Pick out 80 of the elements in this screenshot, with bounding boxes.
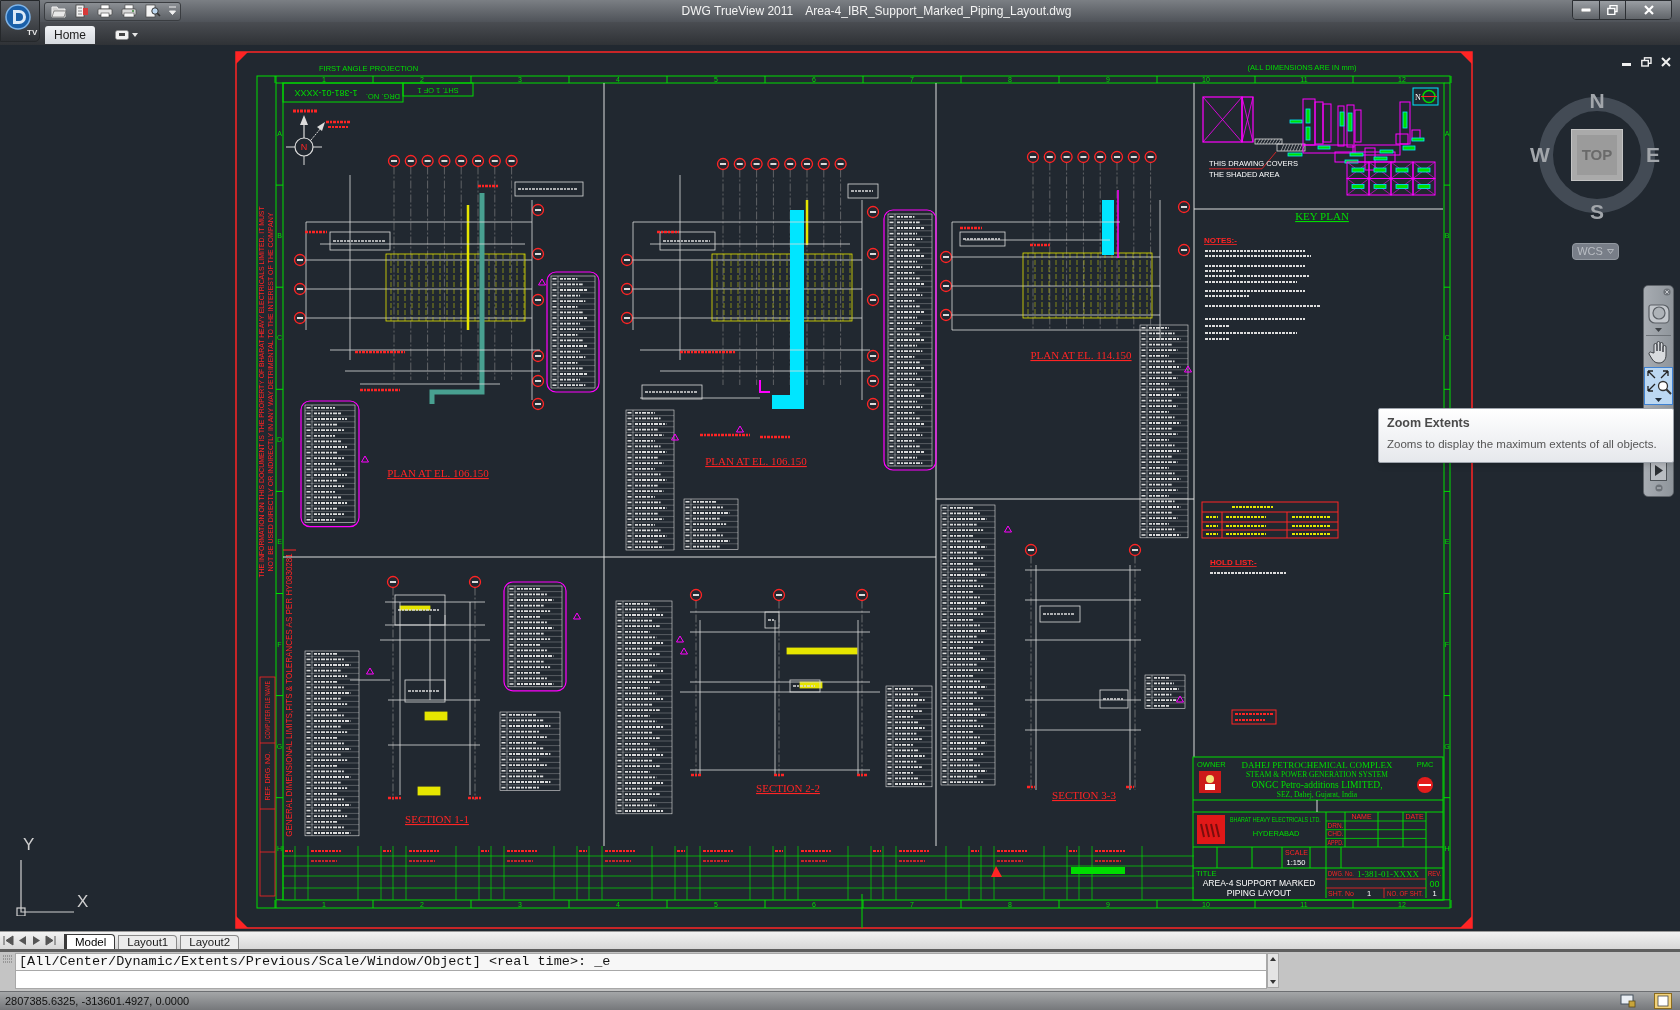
tooltip-title: Zoom Extents [1387, 415, 1470, 431]
compass-label: E [1646, 143, 1660, 166]
owner-logo-icon [1199, 771, 1221, 793]
caret-icon[interactable] [132, 33, 138, 37]
app-title: DWG TrueView 2011 [681, 3, 794, 20]
pan-hand-icon[interactable] [1647, 340, 1670, 364]
view-title: SECTION 3-3 [1052, 789, 1116, 801]
scroll-down-icon[interactable] [1270, 980, 1276, 984]
document-icon[interactable] [75, 4, 89, 18]
project-name: DAHEJ PETROCHEMICAL COMPLEX [1241, 760, 1393, 770]
north-label: N [1415, 93, 1421, 102]
view-title: SECTION 1-1 [405, 813, 469, 825]
scroll-up-icon[interactable] [1270, 957, 1276, 961]
drawing-number: 1-381-01-XXXX [294, 88, 358, 99]
compass-label: W [1530, 143, 1550, 166]
drawing-number: 1-381-01-XXXX [1357, 868, 1419, 879]
ucs-icon [16, 859, 76, 916]
key-plan-title: KEY PLAN [1295, 210, 1349, 222]
tolerance-note: GENERAL DIMENSIONAL LIMITS,FITS & TOLERANCES AS PER HY0830281 [283, 553, 295, 837]
compass-label: N [1589, 89, 1605, 112]
view-title: SECTION 2-2 [756, 782, 820, 794]
restore-button[interactable] [1600, 1, 1626, 19]
view-title: PLAN AT EL. 106.150 [387, 467, 489, 479]
application-menu-button[interactable]: TV [0, 0, 40, 42]
caret-icon [1606, 249, 1614, 254]
drawing-title: AREA-4 SUPPORT MARKED [1202, 878, 1316, 888]
close-button[interactable] [1626, 1, 1671, 19]
corner-mark-icon [236, 52, 248, 64]
minimize-icon [1581, 8, 1591, 12]
app-logo-icon [5, 4, 31, 30]
layout-tab[interactable]: Model [64, 933, 116, 950]
window-icon[interactable] [115, 30, 129, 40]
corner-mark-icon [236, 916, 248, 928]
caret-icon [1655, 398, 1662, 402]
caret-icon[interactable] [1655, 328, 1662, 332]
corner-mark-icon [1460, 916, 1472, 928]
command-scrollbar[interactable] [1267, 953, 1279, 988]
folder-icon[interactable] [51, 4, 67, 18]
compass-label: S [1590, 200, 1604, 223]
last-icon[interactable] [45, 935, 56, 946]
x-axis-label: X [77, 893, 89, 911]
view-title: PLAN AT EL. 106.150 [705, 455, 807, 467]
contractor-logo-icon [1197, 815, 1225, 844]
hold-list-heading: HOLD LIST:- [1210, 558, 1257, 567]
layout-tab[interactable]: Layout1 [118, 934, 178, 950]
drawing-title: PIPING LAYOUT [1226, 888, 1292, 898]
north-arrow-drawing [285, 109, 350, 166]
cursor-coordinates: 2807385.6325, -313601.4927, 0.0000 [5, 993, 190, 1009]
pmc-logo-icon [1417, 777, 1433, 793]
printer-icon[interactable] [97, 4, 113, 18]
view-title: PLAN AT EL. 114.150 [1030, 349, 1132, 361]
command-input-field[interactable] [15, 971, 1267, 989]
printer-icon[interactable] [121, 4, 137, 18]
tooltip-description: Zooms to display the maximum extents of all objects. [1387, 437, 1657, 452]
caret-icon[interactable] [169, 5, 176, 17]
corner-mark-icon [1460, 52, 1472, 64]
notes-heading: NOTES:- [1204, 236, 1237, 245]
zoom-extents-icon [1645, 369, 1672, 395]
minimize-button[interactable] [1573, 1, 1600, 19]
preview-icon[interactable] [145, 4, 161, 18]
stamp-box-drawing [1231, 709, 1277, 725]
restore-icon[interactable] [1641, 57, 1652, 67]
y-axis-label: Y [23, 836, 35, 854]
layout-tab[interactable]: Layout2 [180, 934, 240, 950]
steering-wheel-icon[interactable] [1646, 301, 1671, 325]
first-icon[interactable] [3, 935, 14, 946]
ribbon-tab[interactable]: Home [45, 26, 95, 44]
zoom-extents-button[interactable] [1644, 367, 1673, 405]
revision-number: 00 [1429, 878, 1440, 889]
restore-icon [1607, 5, 1618, 15]
close-icon [1643, 5, 1654, 15]
file-name: Area-4_IBR_Support_Marked_Piping_Layout.dwg [805, 3, 1072, 20]
client-name: ONGC Petro-additions LIMITED, [1251, 779, 1383, 790]
grip-icon[interactable] [3, 955, 12, 963]
command-history: [All/Center/Dynamic/Extents/Previous/Scale/Window/Object] <real time>: _e [15, 953, 1267, 971]
clean-screen-icon[interactable] [1654, 993, 1672, 1009]
next-icon[interactable] [31, 935, 42, 946]
north-label: N [300, 142, 308, 152]
previous-icon[interactable] [17, 935, 28, 946]
window-lock-icon[interactable] [1620, 994, 1636, 1008]
